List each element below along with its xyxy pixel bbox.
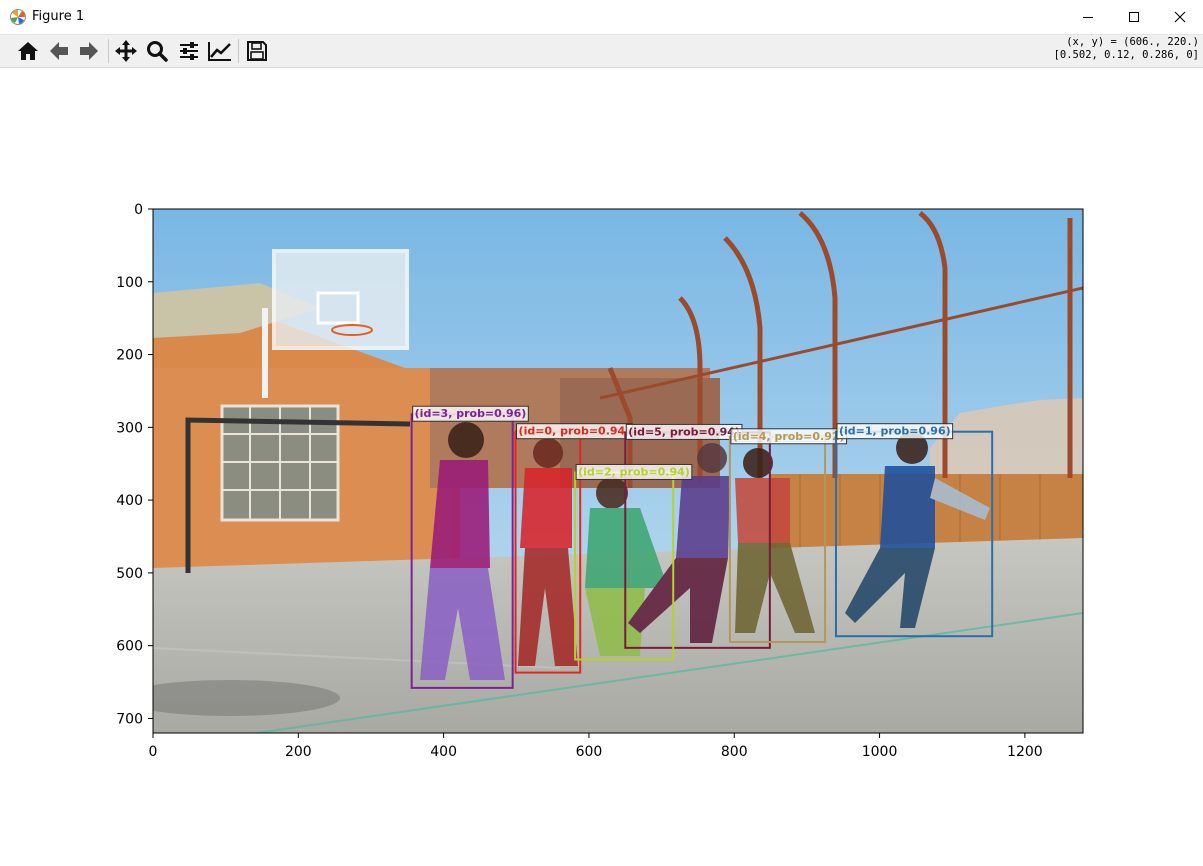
close-icon xyxy=(1174,11,1186,23)
save-button[interactable] xyxy=(243,38,271,64)
toolbar-separator xyxy=(108,39,109,63)
back-arrow-icon xyxy=(50,42,68,60)
window-titlebar: Figure 1 xyxy=(0,0,1203,35)
maximize-button[interactable] xyxy=(1111,0,1157,34)
detection-label: (id=4, prob=0.92) xyxy=(733,430,845,443)
x-tick-label: 1200 xyxy=(1007,744,1043,760)
x-tick-label: 800 xyxy=(721,744,748,760)
minimize-icon xyxy=(1083,17,1093,18)
plot-svg: 0 200 400 600 800 1000 1200 0 100 200 300 400 500 60… xyxy=(116,202,1084,760)
detection-label: (id=3, prob=0.96) xyxy=(415,407,527,420)
x-tick-label: 1000 xyxy=(862,744,898,760)
x-tick-label: 400 xyxy=(430,744,457,760)
forward-arrow-icon xyxy=(80,42,98,60)
detection-label: (id=0, prob=0.94) xyxy=(519,425,631,438)
back-button[interactable] xyxy=(45,38,73,64)
pan-button[interactable] xyxy=(112,38,140,64)
y-tick-label: 700 xyxy=(116,711,143,727)
y-tick-label: 300 xyxy=(116,420,143,436)
zoom-button[interactable] xyxy=(143,38,171,64)
detection-label: (id=5, prob=0.94) xyxy=(628,425,740,438)
figure-canvas[interactable]: 0 200 400 600 800 1000 1200 0 100 200 300 400 500 60… xyxy=(0,68,1203,866)
pan-move-icon xyxy=(115,40,137,62)
cursor-coordinate-readout: (x, y) = (606., 220.) [0.502, 0.12, 0.286… xyxy=(1054,36,1199,62)
toolbar-separator xyxy=(238,39,239,63)
detection-label: (id=2, prob=0.94) xyxy=(578,465,690,478)
subplots-button[interactable] xyxy=(175,38,203,64)
window-title: Figure 1 xyxy=(32,9,85,24)
x-axis-ticks: 0 200 400 600 800 1000 1200 xyxy=(149,733,1043,760)
edit-curve-icon xyxy=(208,42,231,61)
configure-subplots-icon xyxy=(180,42,198,60)
x-tick-label: 600 xyxy=(576,744,603,760)
coords-line-1: (x, y) = (606., 220.) xyxy=(1066,36,1199,48)
minimize-button[interactable] xyxy=(1065,0,1111,34)
edit-axes-button[interactable] xyxy=(206,38,234,64)
maximize-icon xyxy=(1129,12,1139,22)
navigation-toolbar: (x, y) = (606., 220.) [0.502, 0.12, 0.286… xyxy=(0,35,1203,68)
home-button[interactable] xyxy=(14,38,42,64)
y-tick-label: 400 xyxy=(116,493,143,509)
close-button[interactable] xyxy=(1157,0,1203,34)
y-tick-label: 0 xyxy=(134,202,143,218)
x-tick-label: 200 xyxy=(285,744,312,760)
forward-button[interactable] xyxy=(75,38,103,64)
matplotlib-app-icon xyxy=(9,8,27,26)
y-axis-ticks: 0 100 200 300 400 500 600 700 xyxy=(116,202,153,727)
coords-line-2: [0.502, 0.12, 0.286, 0] xyxy=(1053,49,1199,61)
y-tick-label: 200 xyxy=(116,348,143,364)
y-tick-label: 500 xyxy=(116,566,143,582)
x-tick-label: 0 xyxy=(149,744,158,760)
save-disk-icon xyxy=(247,41,267,61)
detection-label: (id=1, prob=0.96) xyxy=(839,425,951,438)
y-tick-label: 600 xyxy=(116,639,143,655)
zoom-magnifier-icon xyxy=(147,41,168,62)
home-icon xyxy=(18,42,38,60)
y-tick-label: 100 xyxy=(116,275,143,291)
